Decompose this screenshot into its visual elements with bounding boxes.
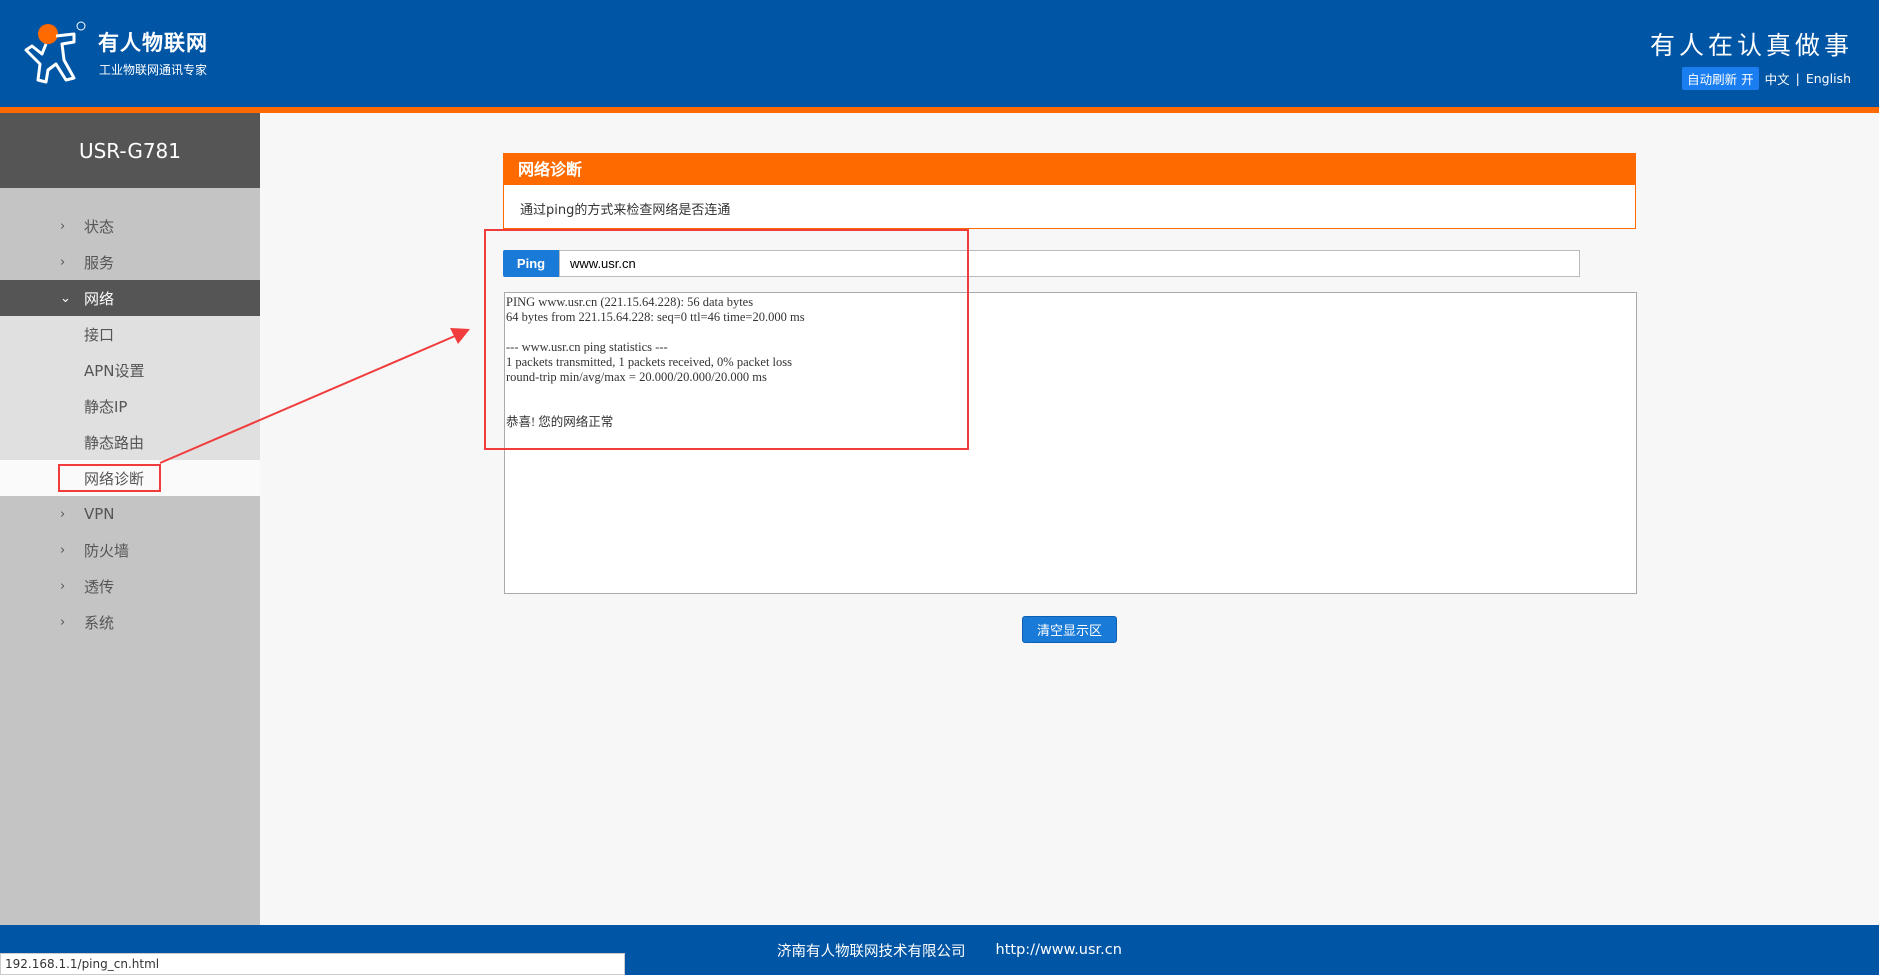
footer-company: 济南有人物联网技术有限公司 — [777, 943, 966, 960]
footer-url-link[interactable]: http://www.usr.cn — [996, 942, 1122, 958]
browser-status-url: 192.168.1.1/ping_cn.html — [0, 953, 625, 975]
annotation-arrow-icon — [159, 328, 470, 464]
